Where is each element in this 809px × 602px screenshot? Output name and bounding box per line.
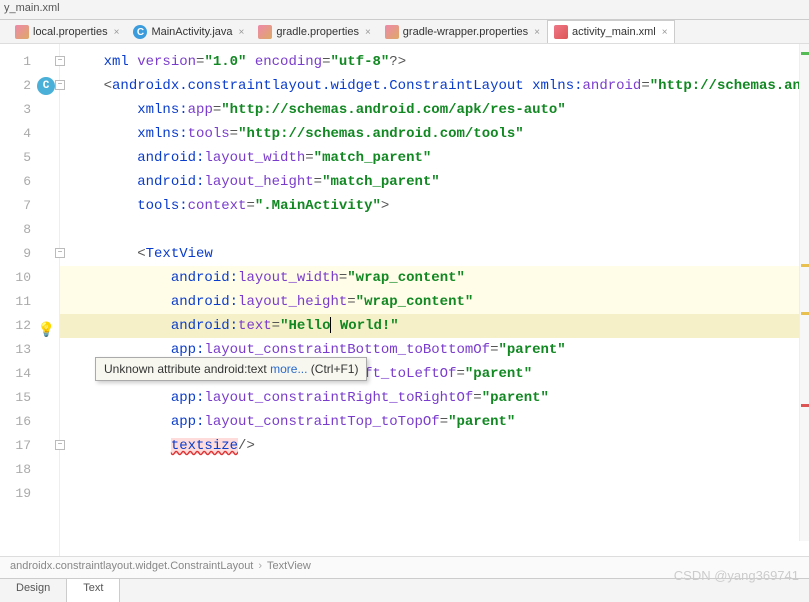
- line-number: 16: [0, 410, 59, 434]
- title-path-bar: y_main.xml: [0, 0, 809, 20]
- code-editor[interactable]: xml version="1.0" encoding="utf-8"?> <an…: [60, 44, 809, 556]
- file-tab-label: activity_main.xml: [572, 26, 656, 38]
- file-tab[interactable]: gradle-wrapper.properties ×: [378, 20, 547, 43]
- breadcrumb-segment[interactable]: TextView: [267, 560, 311, 572]
- breadcrumb-segment[interactable]: androidx.constraintlayout.widget.Constra…: [10, 560, 253, 572]
- line-number: 7: [0, 194, 59, 218]
- code-line[interactable]: xmlns:app="http://schemas.android.com/ap…: [60, 98, 809, 122]
- inspection-tooltip: Unknown attribute android:text more... (…: [95, 357, 367, 381]
- code-line[interactable]: <androidx.constraintlayout.widget.Constr…: [60, 74, 809, 98]
- close-icon[interactable]: ×: [662, 27, 668, 38]
- file-tab-label: gradle-wrapper.properties: [403, 26, 528, 38]
- close-icon[interactable]: ×: [114, 27, 120, 38]
- tab-design[interactable]: Design: [0, 579, 67, 602]
- tooltip-shortcut: (Ctrl+F1): [307, 362, 358, 376]
- code-line[interactable]: android:layout_height="wrap_content": [60, 290, 809, 314]
- line-number: 14: [0, 362, 59, 386]
- line-number: 5: [0, 146, 59, 170]
- code-line[interactable]: xml version="1.0" encoding="utf-8"?>: [60, 50, 809, 74]
- file-tab-label: local.properties: [33, 26, 108, 38]
- code-line[interactable]: [60, 482, 809, 506]
- code-line[interactable]: <TextView: [60, 242, 809, 266]
- line-number: 13: [0, 338, 59, 362]
- class-gutter-icon[interactable]: C: [37, 77, 55, 95]
- file-type-icon: C: [133, 25, 147, 39]
- code-line[interactable]: android:layout_height="match_parent": [60, 170, 809, 194]
- close-icon[interactable]: ×: [239, 27, 245, 38]
- line-number: 18: [0, 458, 59, 482]
- file-type-icon: [258, 25, 272, 39]
- code-line[interactable]: [60, 458, 809, 482]
- line-number: 12💡: [0, 314, 59, 338]
- code-line[interactable]: tools:context=".MainActivity">: [60, 194, 809, 218]
- line-number: 9−: [0, 242, 59, 266]
- file-type-icon: [15, 25, 29, 39]
- tab-text[interactable]: Text: [67, 579, 120, 602]
- chevron-right-icon: ›: [258, 560, 262, 572]
- file-tab[interactable]: activity_main.xml ×: [547, 20, 675, 43]
- file-tab-label: gradle.properties: [276, 26, 359, 38]
- file-tab[interactable]: local.properties ×: [8, 20, 126, 43]
- tooltip-more-link[interactable]: more...: [270, 362, 307, 376]
- code-line[interactable]: android:text="Hello World!": [60, 314, 809, 338]
- file-type-icon: [554, 25, 568, 39]
- line-number: 8: [0, 218, 59, 242]
- file-tab[interactable]: C MainActivity.java ×: [126, 20, 251, 43]
- watermark: CSDN @yang369741: [674, 568, 799, 583]
- line-number: 11: [0, 290, 59, 314]
- file-tab-label: MainActivity.java: [151, 26, 232, 38]
- tooltip-text: Unknown attribute android:text: [104, 362, 270, 376]
- editor-tabs: local.properties×CMainActivity.java×grad…: [0, 20, 809, 44]
- line-number: 17−: [0, 434, 59, 458]
- line-number: 10: [0, 266, 59, 290]
- file-tab[interactable]: gradle.properties ×: [251, 20, 377, 43]
- code-line[interactable]: xmlns:tools="http://schemas.android.com/…: [60, 122, 809, 146]
- code-line[interactable]: app:layout_constraintRight_toRightOf="pa…: [60, 386, 809, 410]
- code-line[interactable]: android:layout_width="match_parent": [60, 146, 809, 170]
- line-number: 19: [0, 482, 59, 506]
- line-number: 1−: [0, 50, 59, 74]
- line-number: 6: [0, 170, 59, 194]
- line-number: 3: [0, 98, 59, 122]
- line-number: 15: [0, 386, 59, 410]
- line-number: 4: [0, 122, 59, 146]
- gutter: 1−2C−3456789−101112💡1314151617−1819: [0, 44, 60, 556]
- code-line[interactable]: textsize/>: [60, 434, 809, 458]
- close-icon[interactable]: ×: [534, 27, 540, 38]
- code-line[interactable]: app:layout_constraintTop_toTopOf="parent…: [60, 410, 809, 434]
- close-icon[interactable]: ×: [365, 27, 371, 38]
- line-number: 2C−: [0, 74, 59, 98]
- code-line[interactable]: [60, 218, 809, 242]
- file-type-icon: [385, 25, 399, 39]
- code-line[interactable]: android:layout_width="wrap_content": [60, 266, 809, 290]
- error-stripe: [799, 44, 809, 541]
